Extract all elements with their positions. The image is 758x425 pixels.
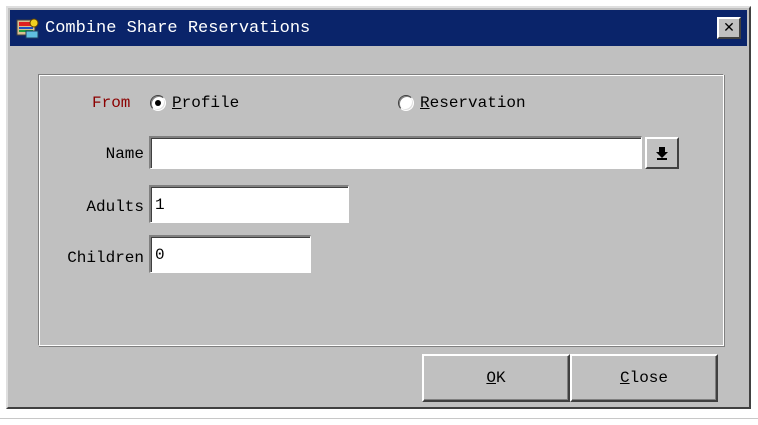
arrow-down-icon — [656, 147, 668, 160]
radio-profile-circle[interactable] — [150, 95, 166, 111]
radio-selected-dot — [155, 100, 161, 106]
radio-profile-label: Profile — [172, 94, 240, 112]
ok-button[interactable]: OK — [422, 354, 570, 402]
children-input[interactable] — [149, 235, 311, 273]
background-line — [0, 418, 758, 419]
radio-reservation-circle[interactable] — [398, 95, 414, 111]
close-button[interactable]: Close — [570, 354, 718, 402]
ok-button-label: OK — [486, 369, 506, 387]
radio-reservation-label: Reservation — [420, 94, 526, 112]
radio-profile[interactable]: Profile — [150, 94, 239, 112]
app-icon — [15, 16, 41, 40]
children-label: Children — [67, 249, 144, 267]
name-input[interactable] — [149, 136, 642, 169]
name-dropdown-button[interactable] — [645, 137, 679, 169]
close-window-button[interactable]: ✕ — [717, 17, 741, 39]
from-label: From — [92, 94, 131, 112]
close-icon: ✕ — [723, 20, 735, 36]
name-label: Name — [105, 145, 144, 163]
radio-reservation[interactable]: Reservation — [398, 94, 526, 112]
close-button-label: Close — [619, 369, 668, 387]
window-title: Combine Share Reservations — [45, 18, 311, 38]
adults-input[interactable] — [149, 185, 349, 223]
dialog-window: Combine Share Reservations ✕ From Profil… — [6, 6, 751, 409]
title-bar[interactable]: Combine Share Reservations ✕ — [10, 10, 747, 46]
adults-label: Adults — [86, 198, 144, 216]
